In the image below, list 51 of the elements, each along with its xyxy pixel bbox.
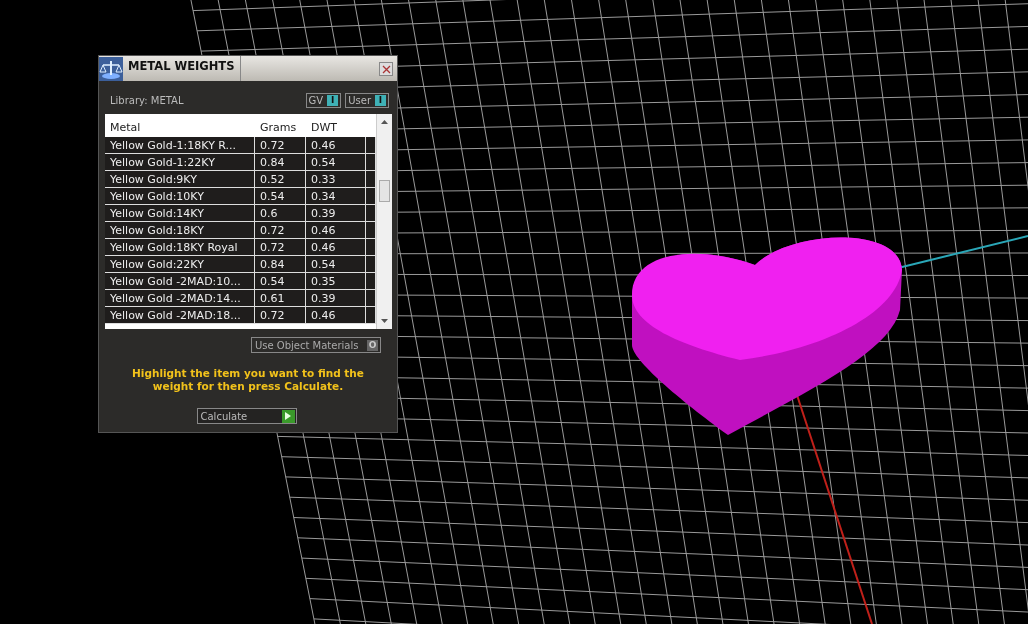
table-cell: Yellow Gold -2MAD:10... [105, 273, 255, 289]
up-arrow-icon[interactable] [380, 119, 389, 125]
table-cell: 0.84 [255, 154, 306, 170]
table-cell: Yellow Gold -2MAD:18... [105, 307, 255, 323]
close-button[interactable] [379, 61, 393, 76]
table-cell: 0.46 [306, 137, 366, 153]
table-cell: Yellow Gold-1:22KY [105, 154, 255, 170]
calculate-button[interactable]: Calculate [196, 408, 297, 424]
toggle-switch[interactable]: User I [345, 92, 389, 108]
table-cell: 0.72 [255, 307, 306, 323]
table-cell: Yellow Gold:22KY [105, 256, 255, 272]
table-cell: 0.34 [306, 188, 366, 204]
scale-icon [99, 56, 123, 81]
table-cell: 0.72 [255, 137, 306, 153]
window-title: METAL WEIGHTS [123, 56, 241, 81]
table-cell: 0.54 [306, 154, 366, 170]
table-cell: Yellow Gold:14KY [105, 205, 255, 221]
close-icon [381, 64, 391, 74]
down-arrow-icon[interactable] [380, 318, 389, 324]
table-cell: 0.54 [255, 188, 306, 204]
table-cell: 0.33 [306, 171, 366, 187]
scrollbar-thumb[interactable] [379, 180, 390, 202]
table-cell: Yellow Gold-1:18KY R... [105, 137, 255, 153]
table-cell: 0.39 [306, 205, 366, 221]
play-icon [285, 412, 291, 420]
table-cell: Yellow Gold -2MAD:14... [105, 290, 255, 306]
table-cell: 0.84 [255, 256, 306, 272]
library-label: Library: METAL [110, 93, 184, 108]
table-cell: 0.72 [255, 239, 306, 255]
table-cell: 0.61 [255, 290, 306, 306]
table-cell: 0.72 [255, 222, 306, 238]
column-header[interactable]: Metal [105, 114, 255, 137]
table-cell: Yellow Gold:18KY [105, 222, 255, 238]
table-cell: Yellow Gold:18KY Royal [105, 239, 255, 255]
table-cell: Yellow Gold:9KY [105, 171, 255, 187]
table-cell: 0.35 [306, 273, 366, 289]
table-cell: 0.54 [255, 273, 306, 289]
table-cell: 0.46 [306, 239, 366, 255]
column-header[interactable]: DWT [306, 114, 366, 137]
table-cell: Yellow Gold:10KY [105, 188, 255, 204]
table-cell: 0.6 [255, 205, 306, 221]
scrollbar[interactable] [376, 114, 392, 329]
column-header[interactable]: Grams [255, 114, 306, 137]
table-cell: 0.46 [306, 222, 366, 238]
toggle-switch[interactable]: Use Object Materials O [251, 337, 381, 353]
table-cell: 0.46 [306, 307, 366, 323]
table-cell: 0.52 [255, 171, 306, 187]
table-cell: 0.39 [306, 290, 366, 306]
table-cell: 0.54 [306, 256, 366, 272]
instruction-text: Highlight the item you want to find the weight for then press Calculate. [131, 367, 365, 393]
toggle-switch[interactable]: GV I [305, 92, 342, 108]
